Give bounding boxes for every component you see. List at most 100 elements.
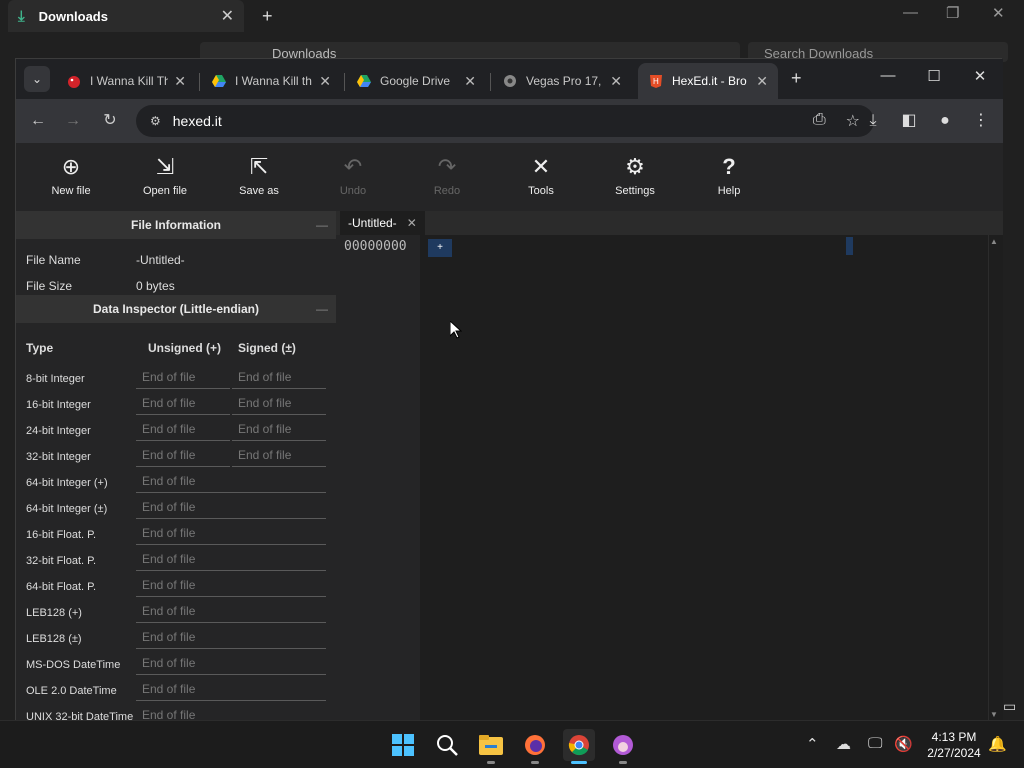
back-button[interactable]: ← <box>26 109 50 133</box>
unsigned-column-header: Unsigned (+) <box>148 341 222 355</box>
show-hidden-icons-icon[interactable]: ⌃ <box>806 735 819 753</box>
maximize-icon[interactable]: ☐ <box>911 67 957 91</box>
settings-button[interactable]: ⚙ Settings <box>590 153 680 197</box>
side-panel-icon[interactable]: ◧ <box>897 109 921 133</box>
inspector-row-label: 64-bit Integer (±) <box>26 503 108 515</box>
download-icon[interactable]: ⤓ <box>861 109 885 133</box>
explorer-tab[interactable]: ⤓ Downloads ✕ <box>8 0 244 32</box>
search-icon[interactable] <box>431 729 463 761</box>
running-indicator <box>619 761 627 764</box>
mouse-pointer-icon <box>449 319 463 344</box>
volume-muted-icon[interactable]: 🔇 <box>894 735 913 753</box>
close-icon[interactable]: ✕ <box>610 73 622 90</box>
open-file-button[interactable]: ⇲ Open file <box>120 153 210 197</box>
gear-icon: ⚙ <box>625 154 645 179</box>
value-field[interactable]: End of file <box>136 681 326 701</box>
browser-tab[interactable]: Google Drive ✕ <box>346 63 486 99</box>
close-icon[interactable]: ✕ <box>221 6 234 26</box>
signed-value-field[interactable]: End of file <box>232 369 326 389</box>
unsigned-value-field[interactable]: End of file <box>136 369 230 389</box>
firefox-icon[interactable] <box>519 729 551 761</box>
minimize-icon[interactable]: — <box>903 4 918 21</box>
close-icon[interactable]: ✕ <box>407 216 417 230</box>
browser-tab[interactable]: Vegas Pro 17, ✕ <box>492 63 632 99</box>
value-field[interactable]: End of file <box>136 499 326 519</box>
save-as-button[interactable]: ⇱ Save as <box>214 153 304 197</box>
browser-tab[interactable]: I Wanna Kill th ✕ <box>201 63 341 99</box>
scroll-down-icon[interactable]: ▼ <box>990 710 998 719</box>
new-file-button[interactable]: ⊕ New file <box>26 153 116 197</box>
file-size-label: File Size <box>26 279 73 293</box>
show-desktop-icon[interactable]: ▭ <box>1003 698 1016 715</box>
file-explorer-icon[interactable] <box>475 729 507 761</box>
data-inspector-header[interactable]: Data Inspector (Little-endian) — <box>16 295 336 323</box>
value-field[interactable]: End of file <box>136 577 326 597</box>
unsigned-value-field[interactable]: End of file <box>136 421 230 441</box>
time: 4:13 PM <box>931 730 977 744</box>
install-app-icon[interactable]: ⎙ <box>813 111 826 131</box>
profile-icon[interactable]: ● <box>933 109 957 133</box>
browser-tab-active[interactable]: H HexEd.it - Bro ✕ <box>638 63 778 99</box>
editor-tab[interactable]: -Untitled- ✕ <box>340 211 425 235</box>
signed-value-field[interactable]: End of file <box>232 421 326 441</box>
close-icon[interactable]: ✕ <box>319 73 331 90</box>
date: 2/27/2024 <box>927 746 981 760</box>
offset-column <box>336 235 420 721</box>
site-settings-icon[interactable]: ⚙ <box>150 114 161 128</box>
collapse-icon[interactable]: — <box>316 211 328 239</box>
clock[interactable]: 4:13 PM 2/27/2024 <box>920 729 988 761</box>
close-icon[interactable]: ✕ <box>957 67 1003 91</box>
minimize-icon[interactable]: — <box>865 67 911 91</box>
url-text: hexed.it <box>172 113 222 129</box>
windows-start-icon[interactable] <box>387 729 419 761</box>
svg-text:H: H <box>653 77 659 86</box>
value-field[interactable]: End of file <box>136 551 326 571</box>
new-tab-button[interactable]: + <box>791 68 802 89</box>
forward-button[interactable]: → <box>61 109 85 133</box>
reload-button[interactable]: ↻ <box>98 109 122 133</box>
file-information-header[interactable]: File Information — <box>16 211 336 239</box>
scroll-up-icon[interactable]: ▲ <box>990 237 998 246</box>
value-field[interactable]: End of file <box>136 655 326 675</box>
tools-button[interactable]: ✕ Tools <box>496 153 586 197</box>
redo-button[interactable]: ↷ Redo <box>402 153 492 197</box>
scrollbar[interactable]: ▲ ▼ <box>988 235 1000 721</box>
value-field[interactable]: End of file <box>136 629 326 649</box>
help-icon: ? <box>722 154 736 179</box>
close-icon[interactable]: ✕ <box>992 4 1005 22</box>
value-field[interactable]: End of file <box>136 603 326 623</box>
browser-toolbar: ← → ↻ ⚙ hexed.it ⎙ ☆ ⤓ ◧ ● ⋮ <box>16 99 1003 143</box>
running-indicator <box>531 761 539 764</box>
value-field[interactable]: End of file <box>136 525 326 545</box>
network-icon[interactable]: 🖵 <box>868 735 882 752</box>
close-icon[interactable]: ✕ <box>464 73 476 90</box>
running-indicator <box>487 761 495 764</box>
signed-value-field[interactable]: End of file <box>232 395 326 415</box>
value-field[interactable]: End of file <box>136 473 326 493</box>
explorer-new-tab-button[interactable]: + <box>262 6 273 27</box>
redo-icon: ↷ <box>437 154 457 179</box>
undo-button[interactable]: ↶ Undo <box>308 153 398 197</box>
hex-cursor-cell[interactable]: + <box>428 239 452 257</box>
chrome-icon[interactable] <box>563 729 595 761</box>
anime-avatar-app-icon[interactable] <box>607 729 639 761</box>
close-icon[interactable]: ✕ <box>174 73 186 90</box>
bookmark-star-icon[interactable]: ☆ <box>846 111 860 131</box>
tab-search-button[interactable]: ⌄ <box>24 66 50 92</box>
onedrive-icon[interactable]: ☁ <box>836 735 851 753</box>
address-bar[interactable]: ⚙ hexed.it ⎙ ☆ <box>136 105 874 137</box>
browser-tab[interactable]: I Wanna Kill Th ✕ <box>56 63 196 99</box>
restore-icon[interactable]: ❐ <box>946 4 959 22</box>
notifications-icon[interactable]: 🔔 <box>988 735 1007 753</box>
value-field[interactable]: End of file <box>136 707 326 721</box>
collapse-icon[interactable]: — <box>316 295 328 323</box>
download-icon: ⤓ <box>18 7 25 25</box>
tab-title: HexEd.it - Bro <box>672 74 747 88</box>
signed-value-field[interactable]: End of file <box>232 447 326 467</box>
menu-icon[interactable]: ⋮ <box>969 109 993 133</box>
unsigned-value-field[interactable]: End of file <box>136 395 230 415</box>
ascii-cursor[interactable] <box>846 237 853 255</box>
unsigned-value-field[interactable]: End of file <box>136 447 230 467</box>
close-icon[interactable]: ✕ <box>756 73 768 90</box>
help-button[interactable]: ? Help <box>684 153 774 197</box>
